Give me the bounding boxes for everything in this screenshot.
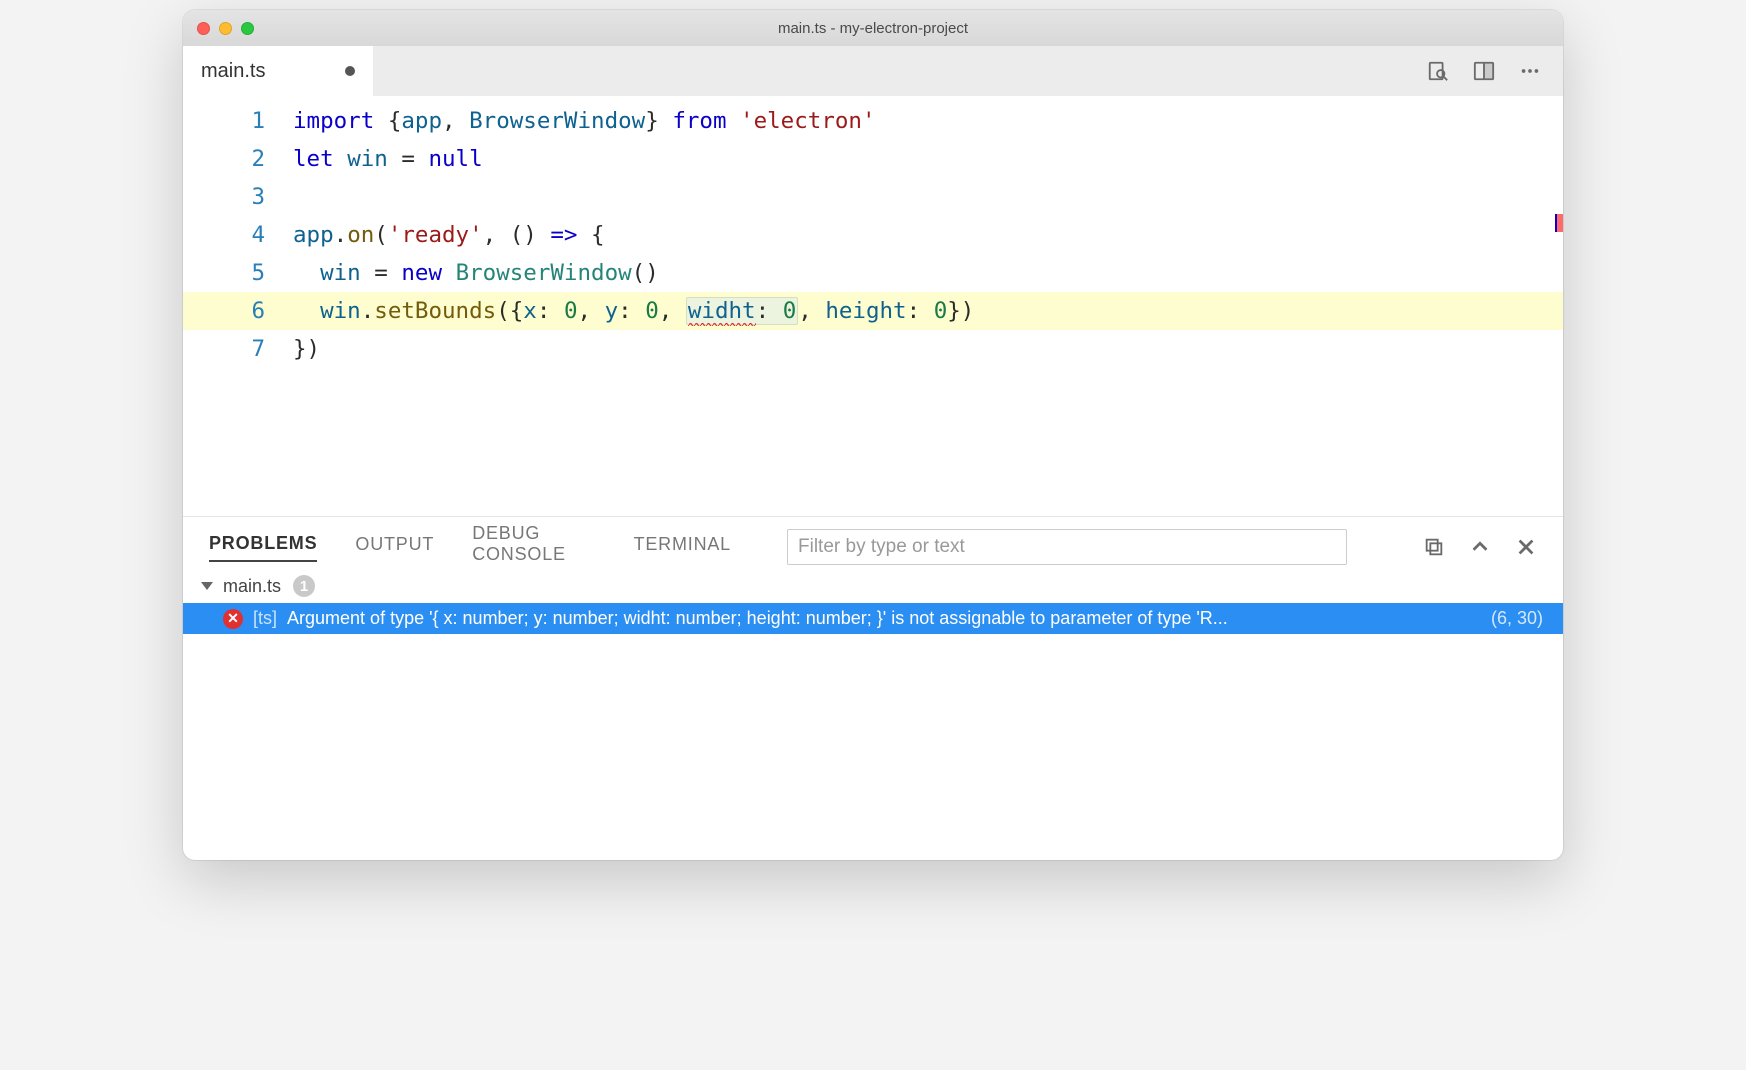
- code-line[interactable]: 1 import {app, BrowserWindow} from 'elec…: [183, 102, 1563, 140]
- problems-file-group[interactable]: main.ts 1: [183, 567, 1563, 603]
- code-line[interactable]: 3: [183, 178, 1563, 216]
- panel-tab-terminal[interactable]: TERMINAL: [634, 534, 731, 561]
- bottom-panel: PROBLEMS OUTPUT DEBUG CONSOLE TERMINAL: [183, 516, 1563, 860]
- titlebar: main.ts - my-electron-project: [183, 10, 1563, 46]
- problems-list: main.ts 1 ✕ [ts] Argument of type '{ x: …: [183, 567, 1563, 860]
- code-line[interactable]: 4 app.on('ready', () => {: [183, 216, 1563, 254]
- more-icon[interactable]: [1519, 60, 1541, 82]
- editor-window: main.ts - my-electron-project main.ts: [183, 10, 1563, 860]
- editor-area[interactable]: 1 import {app, BrowserWindow} from 'elec…: [183, 96, 1563, 516]
- code-line[interactable]: 2 let win = null: [183, 140, 1563, 178]
- traffic-lights: [183, 22, 254, 35]
- problem-location: (6, 30): [1491, 608, 1549, 629]
- problems-count-badge: 1: [293, 575, 315, 597]
- editor-content[interactable]: 1 import {app, BrowserWindow} from 'elec…: [183, 96, 1563, 516]
- problems-filter-input[interactable]: [787, 529, 1347, 565]
- error-squiggle: widht: [688, 298, 756, 326]
- line-number: 3: [183, 178, 293, 216]
- problem-item[interactable]: ✕ [ts] Argument of type '{ x: number; y:…: [183, 603, 1563, 634]
- chevron-down-icon: [201, 582, 213, 590]
- tab-bar: main.ts: [183, 46, 1563, 96]
- panel-tab-output[interactable]: OUTPUT: [355, 534, 434, 561]
- zoom-window-button[interactable]: [241, 22, 254, 35]
- close-window-button[interactable]: [197, 22, 210, 35]
- line-number: 4: [183, 216, 293, 254]
- tab-label: main.ts: [201, 60, 265, 83]
- panel-tab-debug-console[interactable]: DEBUG CONSOLE: [472, 523, 595, 571]
- panel-tab-problems[interactable]: PROBLEMS: [209, 533, 317, 562]
- minimize-window-button[interactable]: [219, 22, 232, 35]
- split-editor-icon[interactable]: [1473, 60, 1495, 82]
- close-panel-icon[interactable]: [1515, 536, 1537, 558]
- problems-file-name: main.ts: [223, 576, 281, 597]
- find-in-file-icon[interactable]: [1427, 60, 1449, 82]
- editor-selection: widht: 0: [686, 297, 798, 325]
- tab-main-ts[interactable]: main.ts: [183, 46, 373, 96]
- editor-actions: [1427, 46, 1563, 96]
- error-icon: ✕: [223, 609, 243, 629]
- problem-message: Argument of type '{ x: number; y: number…: [287, 608, 1228, 629]
- panel-tabs: PROBLEMS OUTPUT DEBUG CONSOLE TERMINAL: [183, 517, 1563, 567]
- code-line[interactable]: 5 win = new BrowserWindow(): [183, 254, 1563, 292]
- line-number: 6: [183, 292, 293, 330]
- line-number: 5: [183, 254, 293, 292]
- line-number: 7: [183, 330, 293, 368]
- code-line[interactable]: 7 }): [183, 330, 1563, 368]
- code-line-active[interactable]: 6 win.setBounds({x: 0, y: 0, widht: 0, h…: [183, 292, 1563, 330]
- dirty-indicator-icon: [345, 66, 355, 76]
- line-number: 1: [183, 102, 293, 140]
- problem-source: [ts]: [253, 608, 277, 629]
- chevron-up-icon[interactable]: [1469, 536, 1491, 558]
- panel-actions: [1423, 536, 1537, 558]
- window-title: main.ts - my-electron-project: [183, 20, 1563, 37]
- line-number: 2: [183, 140, 293, 178]
- collapse-all-icon[interactable]: [1423, 536, 1445, 558]
